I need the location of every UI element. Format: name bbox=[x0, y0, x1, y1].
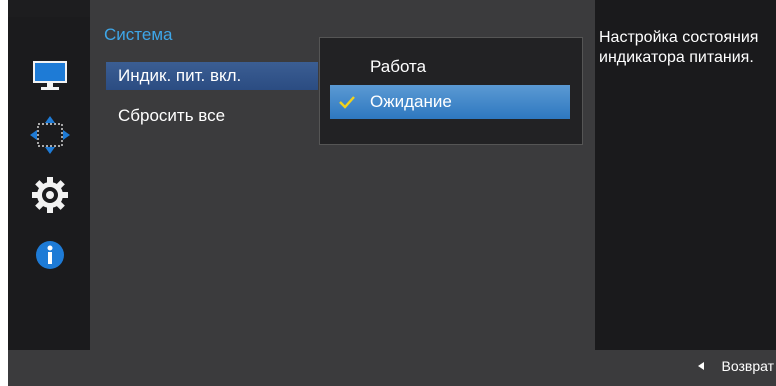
power-indicator-submenu: Работа Ожидание bbox=[319, 37, 583, 145]
help-text: Настройка состояния индикатора питания. bbox=[599, 29, 759, 66]
back-label: Возврат bbox=[721, 358, 775, 374]
triangle-left-icon bbox=[697, 362, 704, 370]
info-icon[interactable] bbox=[30, 235, 70, 275]
check-icon bbox=[339, 96, 355, 109]
gear-icon[interactable] bbox=[30, 175, 70, 215]
monitor-icon[interactable] bbox=[30, 55, 70, 95]
menu-title: Система bbox=[104, 25, 173, 44]
back-button[interactable]: Возврат bbox=[697, 358, 775, 374]
menu-item-reset-all[interactable]: Сбросить все bbox=[106, 102, 318, 130]
category-rail bbox=[8, 17, 90, 350]
menu-item-power-indicator[interactable]: Индик. пит. вкл. bbox=[106, 62, 318, 90]
help-panel: Настройка состояния индикатора питания. bbox=[595, 0, 776, 350]
menu-item-label: Сбросить все bbox=[118, 106, 226, 125]
menu-item-label: Индик. пит. вкл. bbox=[118, 66, 242, 85]
option-label: Ожидание bbox=[370, 92, 452, 111]
option-standby[interactable]: Ожидание bbox=[330, 85, 570, 119]
footer-bar: Возврат bbox=[8, 350, 776, 386]
option-label: Работа bbox=[370, 57, 427, 76]
settings-panel: Система Индик. пит. вкл. Сбросить все Ра… bbox=[90, 0, 595, 350]
resize-arrows-icon[interactable] bbox=[30, 115, 70, 155]
option-working[interactable]: Работа bbox=[330, 50, 570, 84]
